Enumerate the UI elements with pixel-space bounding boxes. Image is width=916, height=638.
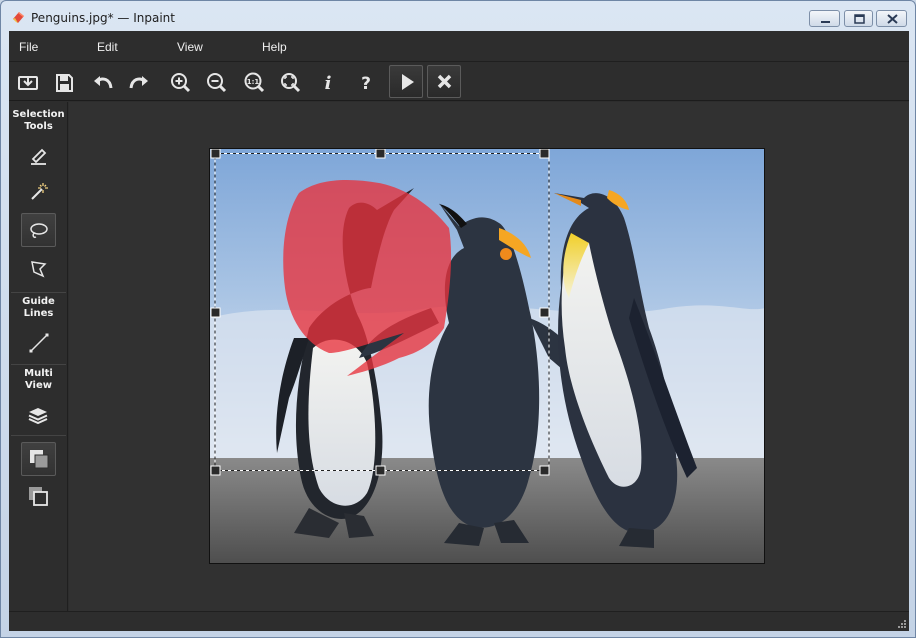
minimize-button[interactable] xyxy=(809,10,840,27)
svg-text:?: ? xyxy=(361,74,371,94)
toolbar: 1:1 i ? xyxy=(9,63,909,101)
polygonal-lasso-icon xyxy=(31,261,47,278)
sidebar-divider xyxy=(11,435,66,436)
svg-text:i: i xyxy=(325,73,332,94)
tool-sidebar: Selection Tools Guide Lines Multi View xyxy=(9,102,68,611)
info-button[interactable]: i xyxy=(311,66,345,99)
close-button[interactable] xyxy=(876,10,907,27)
save-button[interactable] xyxy=(47,66,81,99)
menu-file[interactable]: File xyxy=(19,40,38,54)
layers-icon xyxy=(28,408,48,425)
selection-tools-heading: Selection Tools xyxy=(12,109,65,132)
redo-arrow-icon xyxy=(129,76,148,89)
resize-handle[interactable] xyxy=(375,465,386,476)
lasso-icon xyxy=(30,223,48,238)
app-client-area: File Edit View Help 1:1 i ? Selection To… xyxy=(9,31,909,631)
lasso-tool-button[interactable] xyxy=(21,213,56,247)
view-mode-2-button[interactable] xyxy=(21,480,56,514)
zoom-in-button[interactable] xyxy=(163,66,197,99)
canvas-area[interactable] xyxy=(69,102,909,611)
zoom-fit-icon xyxy=(281,73,301,93)
menu-edit[interactable]: Edit xyxy=(97,40,118,54)
cancel-button[interactable] xyxy=(427,65,461,98)
app-window: Penguins.jpg* — Inpaint File Edit View H… xyxy=(0,0,916,638)
floppy-disk-icon xyxy=(56,74,73,92)
photo-canvas[interactable] xyxy=(209,148,765,564)
magic-wand-tool-button[interactable] xyxy=(21,175,56,209)
menu-view[interactable]: View xyxy=(177,40,203,54)
zoom-actual-size-icon: 1:1 xyxy=(244,72,265,93)
zoom-in-icon xyxy=(171,73,191,93)
x-cancel-icon xyxy=(437,74,452,89)
svg-text:1:1: 1:1 xyxy=(247,78,260,86)
resize-handle[interactable] xyxy=(210,148,221,159)
resize-handle[interactable] xyxy=(539,307,550,318)
menu-help[interactable]: Help xyxy=(262,40,287,54)
maximize-icon xyxy=(854,14,865,24)
stacked-squares-front-icon xyxy=(30,450,49,469)
penguin-photo[interactable] xyxy=(209,148,765,564)
maximize-button[interactable] xyxy=(844,10,873,27)
info-icon: i xyxy=(325,73,332,94)
zoom-out-icon xyxy=(207,73,227,93)
run-inpaint-button[interactable] xyxy=(389,65,423,98)
sidebar-divider xyxy=(11,364,66,365)
zoom-fit-button[interactable] xyxy=(273,66,307,99)
help-button[interactable]: ? xyxy=(349,66,383,99)
polygonal-lasso-tool-button[interactable] xyxy=(21,252,56,286)
open-button[interactable] xyxy=(11,66,45,99)
resize-handle[interactable] xyxy=(210,465,221,476)
resize-handle[interactable] xyxy=(539,465,550,476)
undo-button[interactable] xyxy=(85,66,119,99)
resize-handle[interactable] xyxy=(539,148,550,159)
multi-view-heading: Multi View xyxy=(24,368,53,391)
open-folder-icon xyxy=(18,76,38,90)
resize-handle[interactable] xyxy=(375,148,386,159)
marker-pen-icon xyxy=(31,148,47,165)
sidebar-divider xyxy=(11,292,66,293)
menu-bar: File Edit View Help xyxy=(9,31,909,62)
eraser-app-icon xyxy=(13,12,24,23)
minimize-icon xyxy=(821,21,830,23)
redo-button[interactable] xyxy=(123,66,157,99)
zoom-actual-size-button[interactable]: 1:1 xyxy=(237,66,271,99)
window-title: Penguins.jpg* — Inpaint xyxy=(31,11,175,25)
guide-lines-heading: Guide Lines xyxy=(22,296,55,319)
play-icon xyxy=(402,74,414,90)
help-question-icon: ? xyxy=(361,74,371,94)
title-bar[interactable]: Penguins.jpg* — Inpaint xyxy=(1,1,915,31)
view-mode-1-button[interactable] xyxy=(21,442,56,476)
undo-arrow-icon xyxy=(94,76,113,89)
status-bar xyxy=(9,611,909,631)
close-icon xyxy=(887,14,898,24)
magic-wand-icon xyxy=(31,183,48,200)
zoom-out-button[interactable] xyxy=(199,66,233,99)
layers-button[interactable] xyxy=(21,398,56,432)
stacked-squares-back-icon xyxy=(29,487,48,506)
guide-line-tool-button[interactable] xyxy=(21,326,56,360)
guide-line-icon xyxy=(29,333,49,353)
resize-grip-icon[interactable] xyxy=(897,619,907,629)
marker-tool-button[interactable] xyxy=(21,138,56,172)
resize-handle[interactable] xyxy=(210,307,221,318)
